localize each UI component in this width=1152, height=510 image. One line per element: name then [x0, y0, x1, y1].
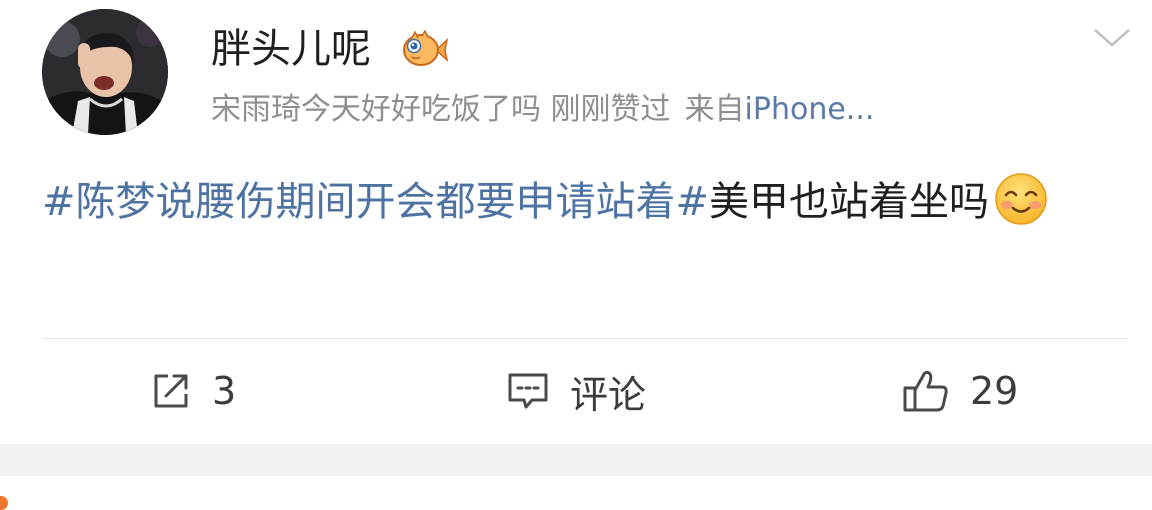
- chevron-down-icon[interactable]: [1092, 26, 1132, 50]
- avatar-photo: [42, 9, 168, 135]
- comment-icon: [508, 373, 548, 409]
- next-post-edge: [0, 476, 1152, 506]
- smile-emoji: [993, 171, 1049, 227]
- next-post-avatar-edge: [0, 496, 8, 510]
- topic-hashtag-link[interactable]: #陈梦说腰伤期间开会都要申请站着#: [42, 179, 709, 225]
- section-separator: [0, 444, 1152, 476]
- post-content: #陈梦说腰伤期间开会都要申请站着#美甲也站着坐吗: [42, 166, 1122, 238]
- source-link[interactable]: iPhone...: [745, 92, 875, 127]
- fish-badge-icon[interactable]: [402, 29, 449, 70]
- weibo-post-card: 胖头儿呢 宋雨琦今天好好吃饭了吗 刚刚赞过 来自iPhone... #陈梦说腰伤期…: [0, 0, 1152, 444]
- post-meta: 宋雨琦今天好好吃饭了吗 刚刚赞过 来自iPhone...: [211, 88, 874, 132]
- thumbs-up-icon: [903, 370, 948, 412]
- repost-button[interactable]: 3: [150, 360, 236, 422]
- post-text: 美甲也站着坐吗: [709, 179, 990, 225]
- repost-count: 3: [212, 369, 237, 413]
- like-count: 29: [970, 369, 1019, 413]
- comment-label: 评论: [570, 372, 647, 417]
- repost-icon: [154, 374, 188, 408]
- like-button[interactable]: 29: [902, 360, 1018, 422]
- source-prefix: 来自: [684, 92, 745, 127]
- comment-button[interactable]: 评论: [506, 360, 646, 422]
- author-name[interactable]: 胖头儿呢: [211, 22, 371, 76]
- author-avatar[interactable]: [42, 9, 168, 135]
- liked-by-text: 宋雨琦今天好好吃饭了吗 刚刚赞过: [211, 92, 671, 127]
- actions-divider: [42, 338, 1128, 339]
